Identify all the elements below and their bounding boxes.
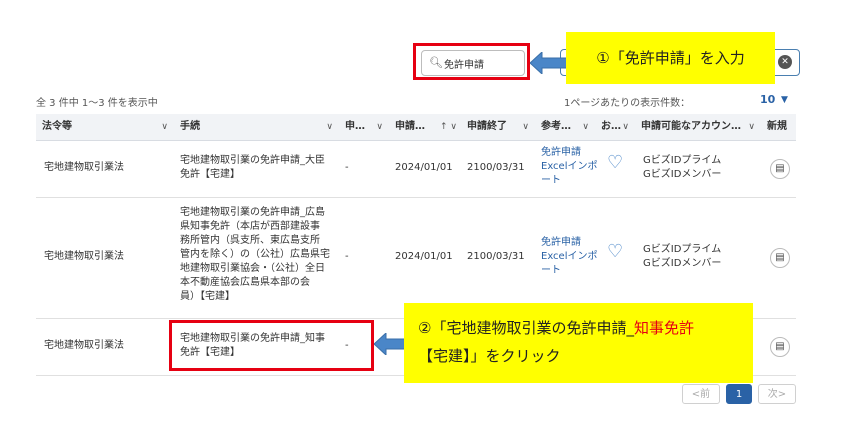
column-header-procedure[interactable]: 手続 ∨ [174,114,339,140]
accounts-cell: GビズIDプライム GビズIDメンバー [643,244,722,269]
per-page-label: 1ページあたりの表示件数： [564,98,691,109]
next-page-button[interactable]: 次> [758,384,796,404]
end-date-cell: 2100/03/31 [467,162,525,173]
procedure-cell[interactable]: 宅地建物取引業の免許申請_広島 県知事免許（本店が西部建設事 務所管内（呉支所、… [180,206,330,304]
column-header-new: 新規 [767,121,787,132]
law-cell: 宅地建物取引業法 [44,162,124,173]
table-row[interactable]: 宅地建物取引業法 宅地建物取引業の免許申請_大臣 免許【宅建】 - 2024/0… [36,141,796,198]
chevron-down-icon[interactable]: ∨ [161,114,168,140]
chevron-down-icon[interactable]: ∨ [326,114,333,140]
heart-icon[interactable]: ♡ [607,243,623,261]
end-date-cell: 2100/03/31 [467,251,525,262]
page-button-1[interactable]: 1 [726,384,752,404]
chevron-down-icon[interactable]: ∨ [522,114,529,140]
table-header: 法令等 ∨ 手続 ∨ 申… ∨ 申請… ↑ ∨ 申請終了 ∨ 参考… ∨ お… ∨ 申請可能な… [36,114,796,141]
start-date-cell: 2024/01/01 [395,251,453,262]
column-header-end[interactable]: 申請終了 ∨ [461,114,535,140]
column-header-accounts[interactable]: 申請可能なアカウン… ∨ [635,114,761,140]
heart-icon[interactable]: ♡ [607,154,623,172]
accounts-cell: GビズIDプライム GビズIDメンバー [643,155,722,180]
chevron-down-icon[interactable]: ∨ [622,114,629,140]
document-icon[interactable]: ▤ [770,248,790,268]
callout-step-2: ②「宅地建物取引業の免許申請_知事免許 【宅建】」をクリック [404,303,753,383]
per-page-select[interactable]: 10 [760,93,775,106]
applicant-cell: - [345,251,349,262]
start-date-cell: 2024/01/01 [395,162,453,173]
procedure-highlight-box [169,320,374,371]
clear-icon[interactable]: ✕ [778,55,792,69]
document-icon[interactable]: ▤ [770,337,790,357]
column-header-law[interactable]: 法令等 ∨ [36,114,174,140]
reference-link[interactable]: 免許申請 Excelインポ ート [541,146,598,188]
column-header-favorite[interactable]: お… ∨ [595,114,635,140]
column-header-reference[interactable]: 参考… ∨ [535,114,595,140]
result-count: 全 3 件中 1～3 件を表示中 [36,98,158,109]
search-highlight-box [413,43,530,80]
sort-chevron-icon[interactable]: ↑ ∨ [440,114,457,140]
chevron-down-icon[interactable]: ∨ [748,114,755,140]
law-cell: 宅地建物取引業法 [44,251,124,262]
prev-page-button[interactable]: <前 [682,384,720,404]
chevron-down-icon[interactable]: ▼ [781,95,788,105]
arrow-left-icon [530,52,568,74]
procedure-cell[interactable]: 宅地建物取引業の免許申請_大臣 免許【宅建】 [180,154,325,182]
column-header-start[interactable]: 申請… ↑ ∨ [389,114,461,140]
arrow-left-icon [374,333,408,355]
applicant-cell: - [345,162,349,173]
chevron-down-icon[interactable]: ∨ [582,114,589,140]
chevron-down-icon[interactable]: ∨ [376,114,383,140]
table-row[interactable]: 宅地建物取引業法 宅地建物取引業の免許申請_広島 県知事免許（本店が西部建設事 … [36,198,796,319]
law-cell: 宅地建物取引業法 [44,340,124,351]
callout-step-1: ①「免許申請」を入力 [566,32,775,84]
column-header-applicant[interactable]: 申… ∨ [339,114,389,140]
document-icon[interactable]: ▤ [770,159,790,179]
reference-link[interactable]: 免許申請 Excelインポ ート [541,236,598,278]
